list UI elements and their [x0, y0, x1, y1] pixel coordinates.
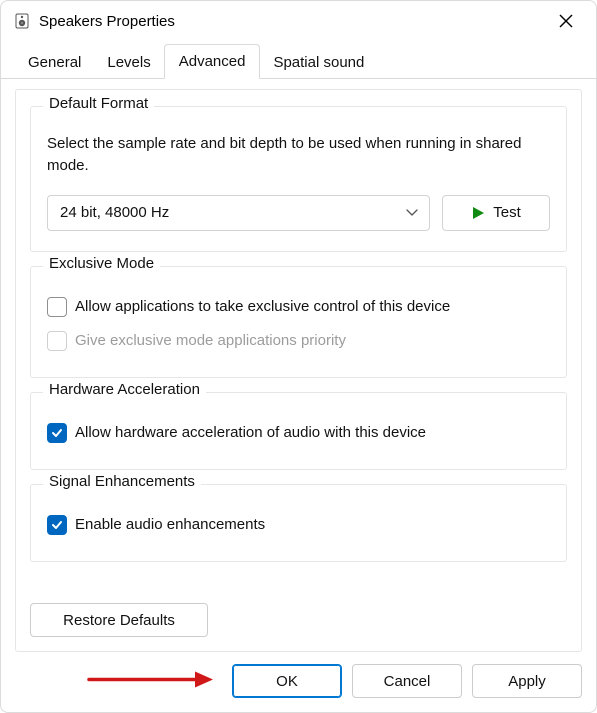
enable-enh-checkbox[interactable]: [47, 515, 67, 535]
tab-spatial-sound[interactable]: Spatial sound: [260, 45, 377, 79]
exclusive-mode-group: Exclusive Mode Allow applications to tak…: [30, 266, 567, 378]
format-select-wrap: 24 bit, 48000 Hz: [47, 195, 430, 231]
tab-content: Default Format Select the sample rate an…: [1, 79, 596, 652]
allow-hw-checkbox[interactable]: [47, 423, 67, 443]
signal-enh-group: Signal Enhancements Enable audio enhance…: [30, 484, 567, 562]
tab-levels[interactable]: Levels: [94, 45, 163, 79]
tab-advanced[interactable]: Advanced: [164, 44, 261, 79]
advanced-panel: Default Format Select the sample rate an…: [15, 89, 582, 652]
test-button-label: Test: [493, 204, 521, 221]
allow-exclusive-label: Allow applications to take exclusive con…: [75, 298, 450, 315]
enable-enh-row: Enable audio enhancements: [47, 515, 550, 535]
give-priority-checkbox: [47, 331, 67, 351]
allow-exclusive-row: Allow applications to take exclusive con…: [47, 297, 550, 317]
give-priority-row: Give exclusive mode applications priorit…: [47, 331, 550, 351]
restore-row: Restore Defaults: [30, 585, 567, 637]
format-row: 24 bit, 48000 Hz Test: [47, 195, 550, 231]
close-button[interactable]: [546, 5, 586, 37]
tab-general[interactable]: General: [15, 45, 94, 79]
allow-hw-row: Allow hardware acceleration of audio wit…: [47, 423, 550, 443]
test-button[interactable]: Test: [442, 195, 550, 231]
dialog-window: Speakers Properties General Levels Advan…: [0, 0, 597, 713]
default-format-group: Default Format Select the sample rate an…: [30, 106, 567, 252]
annotation-arrow-icon: [85, 669, 215, 696]
play-icon: [471, 206, 485, 220]
restore-defaults-button[interactable]: Restore Defaults: [30, 603, 208, 637]
default-format-desc: Select the sample rate and bit depth to …: [47, 133, 550, 177]
window-title: Speakers Properties: [39, 13, 175, 30]
format-select[interactable]: 24 bit, 48000 Hz: [47, 195, 430, 231]
exclusive-mode-legend: Exclusive Mode: [43, 255, 160, 272]
default-format-legend: Default Format: [43, 95, 154, 112]
hardware-accel-group: Hardware Acceleration Allow hardware acc…: [30, 392, 567, 470]
close-icon: [559, 14, 573, 28]
allow-hw-label: Allow hardware acceleration of audio wit…: [75, 424, 426, 441]
give-priority-label: Give exclusive mode applications priorit…: [75, 332, 346, 349]
allow-exclusive-checkbox[interactable]: [47, 297, 67, 317]
speaker-device-icon: [13, 12, 31, 30]
apply-button[interactable]: Apply: [472, 664, 582, 698]
dialog-footer: OK Cancel Apply: [1, 652, 596, 712]
enable-enh-label: Enable audio enhancements: [75, 516, 265, 533]
tab-strip: General Levels Advanced Spatial sound: [1, 41, 596, 79]
titlebar: Speakers Properties: [1, 1, 596, 41]
hardware-accel-legend: Hardware Acceleration: [43, 381, 206, 398]
signal-enh-legend: Signal Enhancements: [43, 473, 201, 490]
ok-button[interactable]: OK: [232, 664, 342, 698]
cancel-button[interactable]: Cancel: [352, 664, 462, 698]
